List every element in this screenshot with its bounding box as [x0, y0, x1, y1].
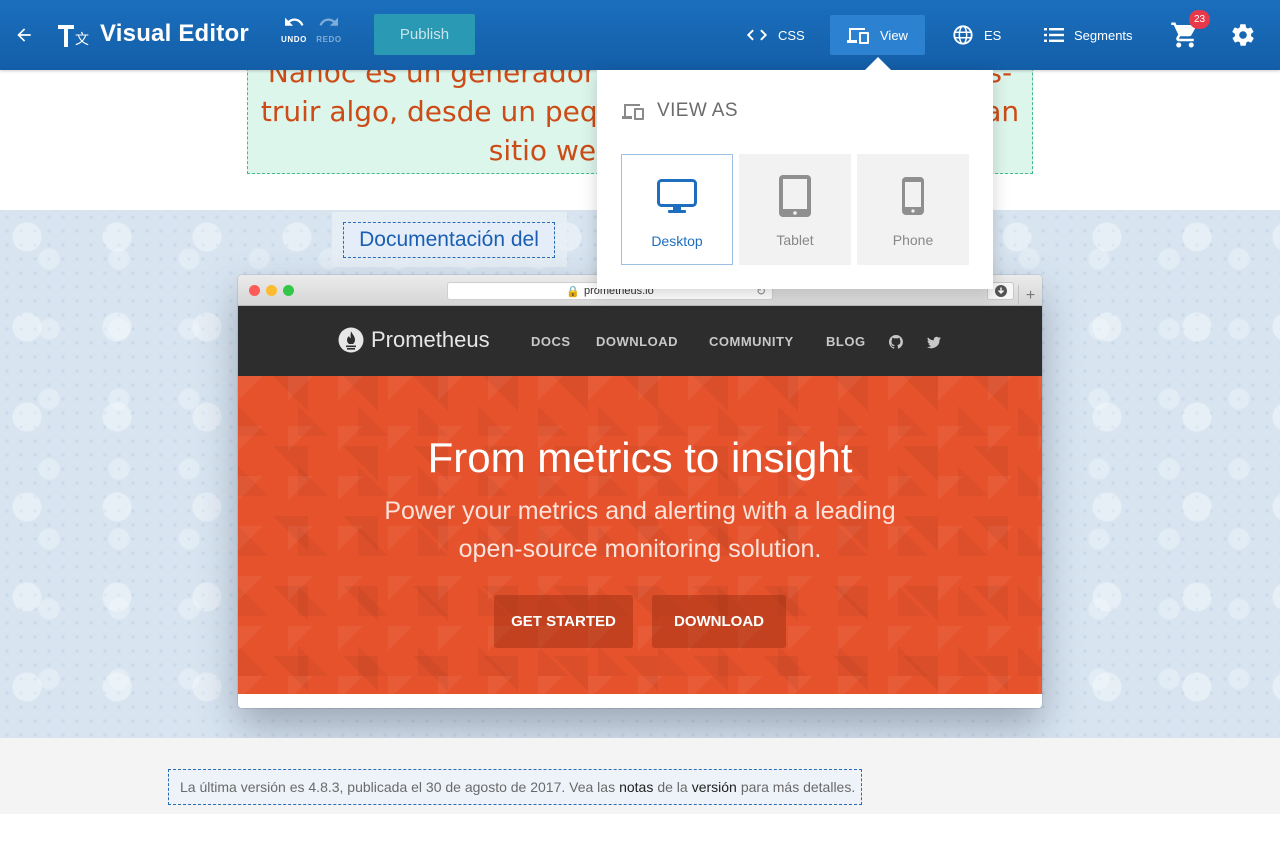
phone-label: Phone	[892, 232, 934, 248]
browser-screenshot: 🔒 prometheus.io ↻ + Prometheus DOCS DOWN…	[238, 275, 1042, 708]
language-label: ES	[984, 27, 1002, 43]
desktop-icon	[657, 179, 697, 213]
list-icon	[1044, 28, 1064, 42]
prom-hero-subtitle-line-2: open-source monitoring solution.	[458, 535, 822, 563]
app-title: Visual Editor	[100, 20, 249, 47]
github-icon	[889, 335, 903, 349]
release-note[interactable]: La última versión es 4.8.3, publicada el…	[168, 769, 862, 805]
gear-icon[interactable]	[1230, 22, 1256, 48]
top-toolbar: 文 Visual Editor UNDO REDO Publish CSS Vi…	[0, 0, 1280, 70]
window-maximize-dot	[283, 285, 294, 296]
popup-caret	[864, 57, 892, 71]
undo-button[interactable]: UNDO	[276, 14, 312, 56]
tablet-icon	[779, 175, 811, 217]
release-note-middle: de la	[657, 779, 688, 795]
prometheus-flame-icon	[338, 327, 364, 353]
language-button[interactable]: ES	[952, 15, 1001, 55]
prometheus-footer-strip	[238, 694, 1042, 708]
globe-icon	[953, 25, 973, 45]
segments-label: Segments	[1074, 27, 1133, 43]
view-as-header: VIEW AS	[621, 100, 738, 122]
prometheus-navbar: Prometheus DOCS DOWNLOAD COMMUNITY BLOG	[238, 306, 1042, 376]
cart-count-badge: 23	[1189, 10, 1210, 29]
release-notes-link[interactable]: notas	[619, 779, 653, 795]
lock-icon: 🔒	[566, 285, 580, 298]
documentation-link[interactable]: Documentación del	[343, 222, 555, 258]
redo-button[interactable]: REDO	[311, 14, 347, 56]
code-icon	[746, 29, 768, 41]
prom-get-started-button: GET STARTED	[494, 595, 633, 648]
prom-hero-subtitle-line-1: Power your metrics and alerting with a l…	[384, 497, 896, 525]
prom-nav-docs: DOCS	[531, 334, 571, 349]
prom-nav-blog: BLOG	[826, 334, 866, 349]
prom-hero-title: From metrics to insight	[427, 434, 853, 481]
view-desktop-option[interactable]: Desktop	[621, 154, 733, 265]
arrow-left-icon	[17, 28, 31, 42]
tablet-label: Tablet	[776, 232, 814, 248]
svg-text:文: 文	[75, 32, 89, 48]
release-note-prefix: La última versión es 4.8.3, publicada el…	[180, 779, 616, 795]
view-label: View	[880, 27, 908, 43]
undo-label: UNDO	[281, 35, 307, 44]
view-as-dropdown: VIEW AS Desktop Tablet Phone	[597, 70, 993, 289]
devices-icon	[622, 104, 644, 120]
prom-nav-download: DOWNLOAD	[596, 334, 678, 349]
css-label: CSS	[778, 27, 805, 43]
view-tablet-option[interactable]: Tablet	[739, 154, 851, 265]
desktop-label: Desktop	[651, 233, 703, 249]
prom-nav-community: COMMUNITY	[709, 334, 794, 349]
prometheus-brand: Prometheus	[371, 327, 490, 352]
segments-button[interactable]: Segments	[1044, 15, 1133, 55]
back-button[interactable]	[8, 19, 40, 51]
twitter-icon	[927, 336, 941, 349]
publish-button[interactable]: Publish	[374, 14, 475, 55]
window-close-dot	[249, 285, 260, 296]
view-phone-option[interactable]: Phone	[857, 154, 969, 265]
prom-hero-subtitle: Power your metrics and alerting with a l…	[338, 492, 942, 568]
release-note-suffix: para más detalles.	[740, 779, 856, 795]
undo-icon	[285, 17, 304, 26]
view-as-title: VIEW AS	[657, 100, 738, 121]
redo-label: REDO	[316, 35, 342, 44]
devices-icon	[847, 28, 869, 44]
version-link[interactable]: versión	[692, 779, 737, 795]
prom-download-button: DOWNLOAD	[652, 595, 786, 648]
translate-logo-icon: 文	[58, 25, 89, 48]
redo-icon	[319, 17, 338, 26]
view-button[interactable]: View	[830, 15, 925, 55]
window-minimize-dot	[266, 285, 277, 296]
phone-icon	[902, 177, 924, 215]
prometheus-hero: From metrics to insight Power your metri…	[238, 376, 1042, 694]
css-button[interactable]: CSS	[746, 15, 805, 55]
new-tab-icon: +	[1018, 285, 1042, 306]
